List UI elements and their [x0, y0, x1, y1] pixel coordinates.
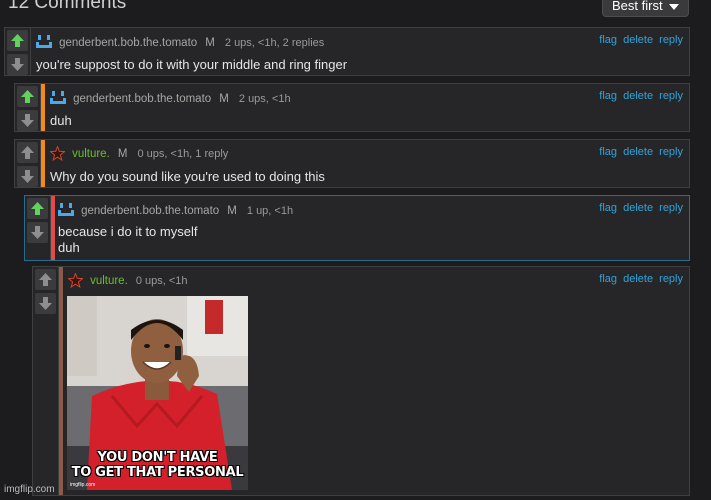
downvote-button[interactable]	[27, 222, 48, 243]
downvote-button[interactable]	[17, 166, 38, 187]
username-link[interactable]: genderbent.bob.the.tomato	[81, 205, 219, 217]
comment-actions: flag delete reply	[596, 273, 683, 285]
downvote-button[interactable]	[35, 293, 56, 314]
comment-count: 12 Comments	[8, 0, 127, 13]
star-icon[interactable]	[49, 145, 66, 164]
down-arrow-icon	[11, 58, 24, 71]
comment-actions: flag delete reply	[596, 146, 683, 158]
comment-text: Why do you sound like you're used to doi…	[50, 169, 325, 184]
thread-stripe	[51, 196, 55, 260]
comment: vulture. 0 ups, <1h flag delete reply YO…	[32, 266, 690, 496]
comment-text: you're suppost to do it with your middle…	[36, 57, 348, 72]
upvote-button[interactable]	[17, 142, 38, 163]
sort-label: Best first	[612, 0, 663, 13]
vote-column	[5, 28, 31, 75]
thread-stripe	[41, 140, 45, 187]
comment-text-line: because i do it to myself	[58, 224, 198, 239]
sort-dropdown[interactable]: Best first	[602, 0, 689, 17]
meme-caption-line: TO GET THAT PERSONAL	[71, 465, 244, 480]
username-link[interactable]: genderbent.bob.the.tomato	[59, 37, 197, 49]
comment-stats: 1 up, <1h	[246, 205, 294, 217]
comment-stats: 0 ups, <1h	[135, 275, 188, 287]
comment-actions: flag delete reply	[596, 34, 683, 46]
username-link[interactable]: genderbent.bob.the.tomato	[73, 93, 211, 105]
upvote-button[interactable]	[17, 86, 38, 107]
flag-link[interactable]: flag	[599, 90, 617, 102]
down-arrow-icon	[21, 170, 34, 183]
down-arrow-icon	[21, 114, 34, 127]
gender-badge: M	[219, 93, 229, 105]
comment: genderbent.bob.the.tomato M 1 up, <1h fl…	[24, 195, 690, 261]
reply-link[interactable]: reply	[659, 273, 683, 285]
down-arrow-icon	[39, 297, 52, 310]
downvote-button[interactable]	[7, 54, 28, 75]
downvote-button[interactable]	[17, 110, 38, 131]
comment-meta: genderbent.bob.the.tomato M 2 ups, <1h, …	[36, 34, 324, 53]
delete-link[interactable]: delete	[623, 146, 653, 158]
comment-stats: 2 ups, <1h	[238, 93, 291, 105]
flag-link[interactable]: flag	[599, 34, 617, 46]
imgflip-watermark: imgflip.com	[4, 484, 55, 495]
down-arrow-icon	[31, 226, 44, 239]
vote-column	[25, 196, 51, 260]
username-link[interactable]: vulture.	[72, 148, 110, 160]
flag-link[interactable]: flag	[599, 202, 617, 214]
gender-badge: M	[227, 205, 237, 217]
comment-stats: 2 ups, <1h, 2 replies	[224, 37, 325, 49]
star-icon[interactable]	[67, 272, 84, 291]
vote-column	[15, 140, 41, 187]
upvote-button[interactable]	[7, 30, 28, 51]
reply-link[interactable]: reply	[659, 146, 683, 158]
chevron-down-icon	[669, 4, 679, 10]
delete-link[interactable]: delete	[623, 202, 653, 214]
blue-face-icon[interactable]	[58, 202, 74, 221]
gender-badge: M	[205, 37, 215, 49]
comment-text-line: duh	[58, 240, 80, 255]
meme-credit: imgflip.com	[70, 482, 96, 488]
reply-link[interactable]: reply	[659, 34, 683, 46]
up-arrow-icon	[21, 146, 34, 159]
delete-link[interactable]: delete	[623, 273, 653, 285]
comment-stats: 0 ups, <1h, 1 reply	[137, 148, 229, 160]
blue-face-icon[interactable]	[50, 90, 66, 109]
up-arrow-icon	[39, 273, 52, 286]
upvote-button[interactable]	[27, 198, 48, 219]
reply-link[interactable]: reply	[659, 90, 683, 102]
meme-caption-line: YOU DON'T HAVE	[97, 450, 218, 465]
vote-column	[33, 267, 59, 495]
comment: genderbent.bob.the.tomato M 2 ups, <1h, …	[4, 27, 690, 76]
flag-link[interactable]: flag	[599, 273, 617, 285]
flag-link[interactable]: flag	[599, 146, 617, 158]
comment-meta: genderbent.bob.the.tomato M 1 up, <1h	[58, 202, 293, 221]
comments-header: 12 Comments Best first	[0, 0, 711, 22]
comment: genderbent.bob.the.tomato M 2 ups, <1h f…	[14, 83, 690, 132]
thread-stripe	[59, 267, 63, 495]
username-link[interactable]: vulture.	[90, 275, 128, 287]
comment-actions: flag delete reply	[596, 202, 683, 214]
blue-face-icon[interactable]	[36, 34, 52, 53]
meme-image[interactable]: YOU DON'T HAVE TO GET THAT PERSONAL imgf…	[67, 296, 248, 490]
comment-meta: vulture. 0 ups, <1h	[67, 272, 188, 291]
comment-meta: genderbent.bob.the.tomato M 2 ups, <1h	[50, 90, 291, 109]
comment-meta: vulture. M 0 ups, <1h, 1 reply	[49, 145, 229, 164]
gender-badge: M	[117, 148, 128, 160]
delete-link[interactable]: delete	[623, 34, 653, 46]
thread-stripe	[41, 84, 45, 131]
up-arrow-icon	[21, 90, 34, 103]
upvote-button[interactable]	[35, 269, 56, 290]
reply-link[interactable]: reply	[659, 202, 683, 214]
up-arrow-icon	[31, 202, 44, 215]
comment: vulture. M 0 ups, <1h, 1 reply flag dele…	[14, 139, 690, 188]
up-arrow-icon	[11, 34, 24, 47]
comment-text: duh	[50, 113, 72, 128]
delete-link[interactable]: delete	[623, 90, 653, 102]
comment-actions: flag delete reply	[596, 90, 683, 102]
vote-column	[15, 84, 41, 131]
